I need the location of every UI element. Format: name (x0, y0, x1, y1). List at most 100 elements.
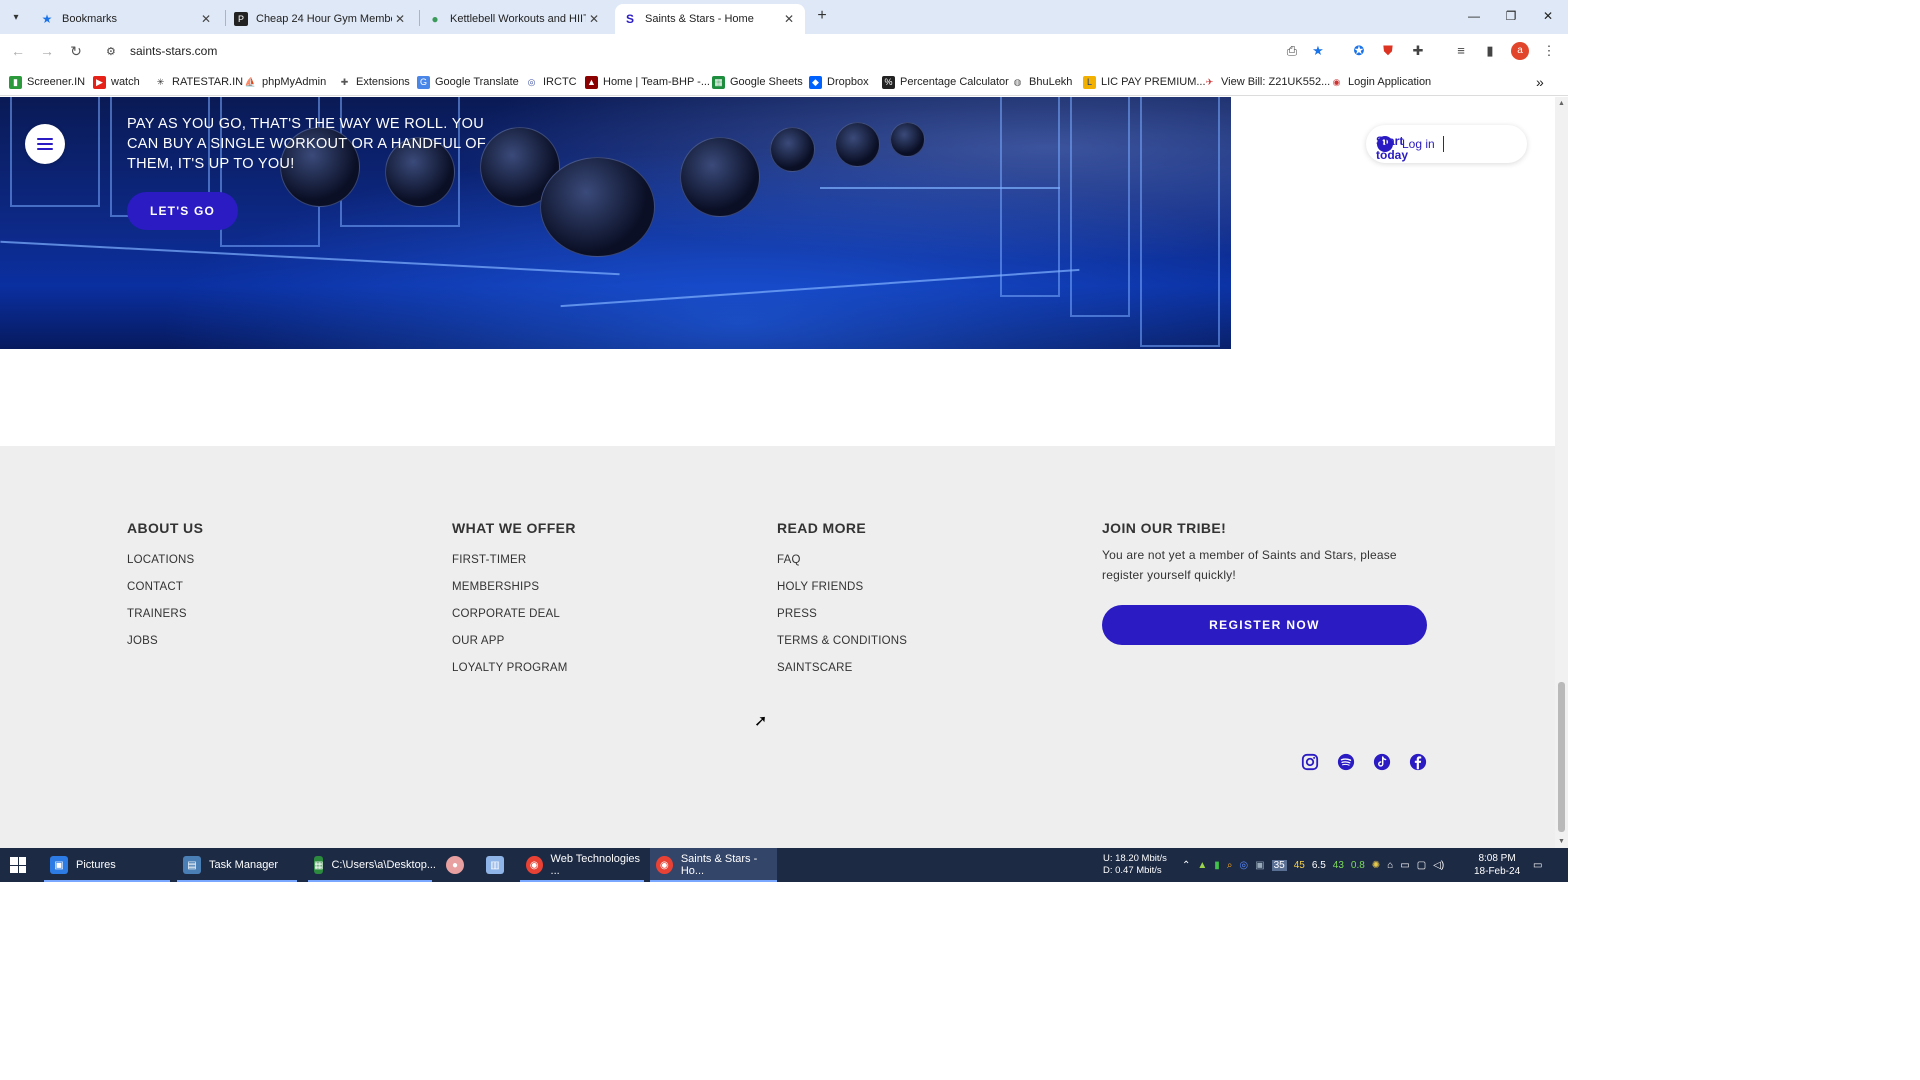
footer-read: READ MORE FAQ HOLY FRIENDS PRESS TERMS &… (777, 520, 907, 689)
bill-icon: ✈ (1205, 76, 1214, 87)
taskbar-item-web-technologies[interactable]: ◉ Web Technologies ... (520, 848, 644, 882)
bookmark-item[interactable]: % Percentage Calculator (882, 74, 1009, 90)
minimize-button[interactable]: — (1460, 6, 1488, 26)
bookmark-item[interactable]: ▮ Screener.IN (9, 74, 85, 90)
page-scrollbar[interactable]: ▲ ▼ (1555, 97, 1568, 848)
bookmark-item[interactable]: L LIC PAY PREMIUM... (1083, 74, 1206, 90)
bookmark-item[interactable]: ✚ Extensions (338, 74, 410, 90)
taskbar-item-saints-stars[interactable]: ◉ Saints & Stars - Ho... (650, 848, 777, 882)
tab-bar: ▾ ★ Bookmarks ✕ P Cheap 24 Hour Gym Memb… (0, 0, 1568, 34)
tray-app-icon[interactable]: ◎ (1239, 860, 1248, 871)
close-tab-icon[interactable]: ✕ (586, 12, 602, 26)
bar-chart-icon: ▮ (9, 75, 22, 89)
address-bar[interactable]: ⚙ saints-stars.com (100, 37, 1340, 65)
chevron-up-icon[interactable]: ⌃ (1182, 860, 1190, 871)
back-button[interactable]: ← (9, 42, 27, 60)
footer-link-saintscare[interactable]: SAINTSCARE (777, 662, 907, 689)
tab-saints-stars[interactable]: S Saints & Stars - Home ✕ (615, 4, 805, 34)
taskbar-item-task-manager[interactable]: ▤ Task Manager (177, 848, 297, 882)
network-icon[interactable]: ▢ (1417, 860, 1426, 871)
close-window-button[interactable]: ✕ (1534, 6, 1562, 26)
login-app-icon: ◉ (1332, 76, 1341, 87)
footer-tribe: JOIN OUR TRIBE! You are not yet a member… (1102, 520, 1432, 645)
search-icon[interactable]: ⌕ (1227, 860, 1233, 871)
clock[interactable]: 8:08 PM 18-Feb-24 (1474, 852, 1520, 878)
bookmark-item[interactable]: ▦ Google Sheets (712, 74, 803, 90)
footer-link-faq[interactable]: FAQ (777, 554, 907, 581)
taskbar-item-notepad[interactable]: ▥ (480, 848, 512, 882)
media-control-icon[interactable]: ≡ (1452, 42, 1470, 60)
extensions-puzzle-icon[interactable]: ✚ (1409, 42, 1427, 60)
wifi-icon[interactable]: ⌂ (1387, 860, 1393, 871)
tab-search-button[interactable]: ▾ (6, 7, 26, 27)
tab-gym-membership[interactable]: P Cheap 24 Hour Gym Membersh ✕ (226, 4, 416, 34)
footer-link-contact[interactable]: CONTACT (127, 581, 203, 608)
taskbar-item-pictures[interactable]: ▣ Pictures (44, 848, 170, 882)
menu-kebab-icon[interactable]: ⋮ (1540, 42, 1558, 60)
ratestar-icon: ✳ (156, 76, 165, 87)
footer-link-our-app[interactable]: OUR APP (452, 635, 576, 662)
register-now-button[interactable]: REGISTER NOW (1102, 605, 1427, 645)
profile-avatar[interactable]: a (1511, 42, 1529, 60)
scrollbar-thumb[interactable] (1558, 682, 1565, 832)
footer-link-trainers[interactable]: TRAINERS (127, 608, 203, 635)
windows-start-icon[interactable] (10, 857, 26, 873)
footer-link-corporate-deal[interactable]: CORPORATE DEAL (452, 608, 576, 635)
side-panel-icon[interactable]: ▮ (1481, 42, 1499, 60)
url-text: saints-stars.com (130, 44, 218, 58)
reload-button[interactable]: ↻ (67, 42, 85, 60)
bookmark-item[interactable]: G Google Translate (417, 74, 519, 90)
tray-app-icon[interactable]: ▲ (1197, 860, 1207, 871)
shield-icon[interactable]: ⛊ (1379, 42, 1397, 60)
restore-button[interactable]: ❐ (1497, 6, 1525, 26)
auth-pill: Log in Start today (1366, 125, 1527, 163)
lets-go-button[interactable]: LET'S GO (127, 192, 238, 230)
tray-app-icon[interactable]: ▮ (1214, 860, 1220, 871)
bookmark-item[interactable]: ⛵ phpMyAdmin (244, 74, 326, 90)
footer-link-first-timer[interactable]: FIRST-TIMER (452, 554, 576, 581)
tiktok-icon[interactable] (1372, 752, 1392, 772)
bookmarks-overflow-button[interactable]: » (1536, 74, 1544, 90)
tab-kettlebell[interactable]: ● Kettlebell Workouts and HIIT - ✕ (420, 4, 610, 34)
notification-icon[interactable]: ▭ (1533, 848, 1542, 882)
bookmark-item[interactable]: ◆ Dropbox (809, 74, 869, 90)
footer-link-memberships[interactable]: MEMBERSHIPS (452, 581, 576, 608)
site-info-icon[interactable]: ⚙ (106, 45, 122, 58)
footer-link-locations[interactable]: LOCATIONS (127, 554, 203, 581)
instagram-icon[interactable] (1300, 752, 1320, 772)
bookmark-star-icon[interactable]: ★ (1309, 42, 1327, 60)
battery-icon[interactable]: ▭ (1400, 860, 1409, 871)
hamburger-menu-icon[interactable] (25, 124, 65, 164)
gpu-icon[interactable]: ✺ (1372, 860, 1380, 871)
taskbar-item-app[interactable]: ● (440, 848, 472, 882)
footer-link-loyalty[interactable]: LOYALTY PROGRAM (452, 662, 576, 689)
close-tab-icon[interactable]: ✕ (781, 12, 797, 26)
footer-link-holy-friends[interactable]: HOLY FRIENDS (777, 581, 907, 608)
bookmark-item[interactable]: ◍ BhuLekh (1011, 74, 1073, 90)
start-today-link[interactable]: Start today (1376, 134, 1408, 162)
close-tab-icon[interactable]: ✕ (392, 12, 408, 26)
footer-about: ABOUT US LOCATIONS CONTACT TRAINERS JOBS (127, 520, 203, 662)
taskbar-item-explorer[interactable]: ▦ C:\Users\a\Desktop... (308, 848, 436, 882)
new-tab-button[interactable]: + (812, 6, 832, 26)
bookmark-item[interactable]: ◉ Login Application (1330, 74, 1432, 90)
spotify-icon[interactable] (1336, 752, 1356, 772)
tray-app-icon[interactable]: ▣ (1255, 860, 1264, 871)
bookmark-item[interactable]: ▶ watch (93, 74, 140, 90)
footer-link-jobs[interactable]: JOBS (127, 635, 203, 662)
close-tab-icon[interactable]: ✕ (198, 12, 214, 26)
bookmark-item[interactable]: ✈ View Bill: Z21UK552... (1203, 74, 1331, 90)
forward-button[interactable]: → (38, 42, 56, 60)
facebook-icon[interactable] (1408, 752, 1428, 772)
bookmark-item[interactable]: ◎ IRCTC (525, 74, 577, 90)
page-viewport: PAY AS YOU GO, THAT'S THE WAY WE ROLL. Y… (0, 97, 1555, 848)
extension-icon[interactable]: ✪ (1350, 42, 1368, 60)
footer-link-terms[interactable]: TERMS & CONDITIONS (777, 635, 907, 662)
tab-bookmarks[interactable]: ★ Bookmarks ✕ (32, 4, 222, 34)
volume-icon[interactable]: ◁) (1433, 860, 1444, 871)
bookmark-item[interactable]: ✳ RATESTAR.IN (154, 74, 243, 90)
bookmark-item[interactable]: ▲ Home | Team-BHP -... (585, 74, 710, 90)
dropbox-icon: ◆ (809, 75, 822, 89)
install-app-icon[interactable]: ⎙ (1283, 42, 1301, 60)
footer-link-press[interactable]: PRESS (777, 608, 907, 635)
